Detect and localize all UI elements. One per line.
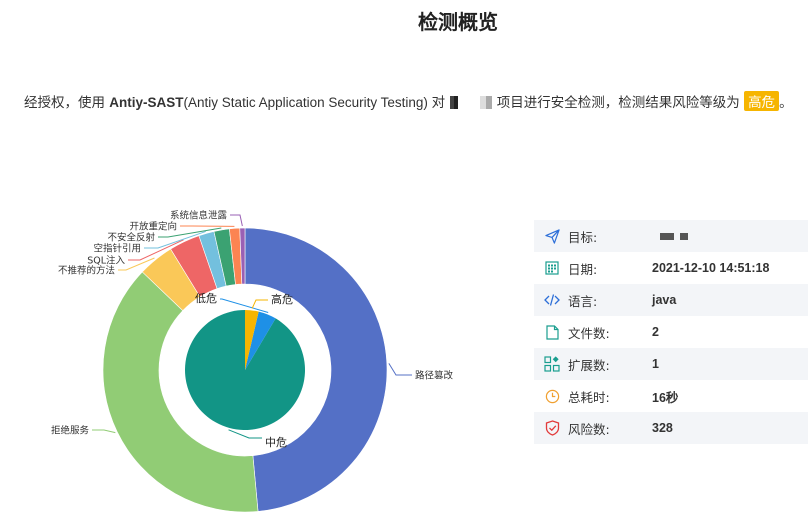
inner-1-label: 低危 [195,292,217,305]
summary-prefix: 经授权，使用 [24,95,110,111]
info-label: 扩展数: [568,357,610,373]
info-row-target: 目标: [534,220,808,252]
info-label: 语言: [568,293,598,309]
summary-suffix: 项目进行安全检测，检测结果风险等级为 [496,95,745,111]
extension-icon [544,356,560,372]
outer-6-label: 开放重定向 [129,221,177,233]
extension-count-value: 1 [652,357,659,371]
product-name: Antiy-SAST [109,95,184,110]
info-label: 文件数: [568,325,610,341]
inner-2-label: 高危 [271,292,293,306]
shield-icon [544,420,560,436]
outer-3-label: SQL注入 [87,255,125,267]
summary-end: 。 [779,95,793,111]
calendar-icon [544,260,560,276]
outer-7-label: 系统信息泄露 [170,210,228,222]
clock-icon [544,388,560,404]
inner-0-label: 中危 [265,436,287,449]
info-row-files: 文件数: 2 [534,316,808,348]
outer-4-label: 空指针引用 [93,243,141,255]
risk-distribution-chart: 路径篡改拒绝服务不推荐的方法SQL注入空指针引用不安全反射开放重定向系统信息泄露… [51,210,454,513]
outer-1-label: 拒绝服务 [51,425,90,437]
inner-0-leader [228,429,262,439]
product-full-name: (Antiy Static Application Security Testi… [183,95,446,110]
info-label: 风险数: [568,421,610,437]
outer-0-label: 路径篡改 [415,370,454,382]
outer-0-leader [388,363,412,376]
risk-count-value: 328 [652,421,673,435]
code-icon [544,292,560,308]
summary-text: 经授权，使用 Antiy-SAST(Antiy Static Applicati… [24,91,793,111]
info-row-language: 语言: java [534,284,808,316]
severity-pie [185,310,306,430]
file-icon [544,324,560,340]
file-count-value: 2 [652,325,659,339]
send-icon [544,228,560,244]
info-row-risks: 风险数: 328 [534,412,808,444]
target-value-redacted [660,229,688,243]
outer-5-label: 不安全反射 [107,232,155,244]
page-title: 检测概览 [418,10,498,34]
outer-1-leader [92,429,116,434]
scan-info-panel: 目标: 日期: 2021-12-10 14:51:18 语言: java 文件数… [534,220,808,444]
duration-value: 16秒 [652,390,679,405]
language-value: java [652,293,677,307]
info-row-date: 日期: 2021-12-10 14:51:18 [534,252,808,284]
risk-level-badge: 高危 [744,91,780,111]
redacted-project-name [449,95,496,111]
info-label: 总耗时: [568,389,610,405]
info-label: 目标: [568,229,598,245]
date-value: 2021-12-10 14:51:18 [652,261,770,275]
info-label: 日期: [568,261,598,277]
info-row-extensions: 扩展数: 1 [534,348,808,380]
outer-7-leader [230,214,243,227]
info-row-duration: 总耗时: 16秒 [534,380,808,412]
inner-2-leader [251,299,268,309]
